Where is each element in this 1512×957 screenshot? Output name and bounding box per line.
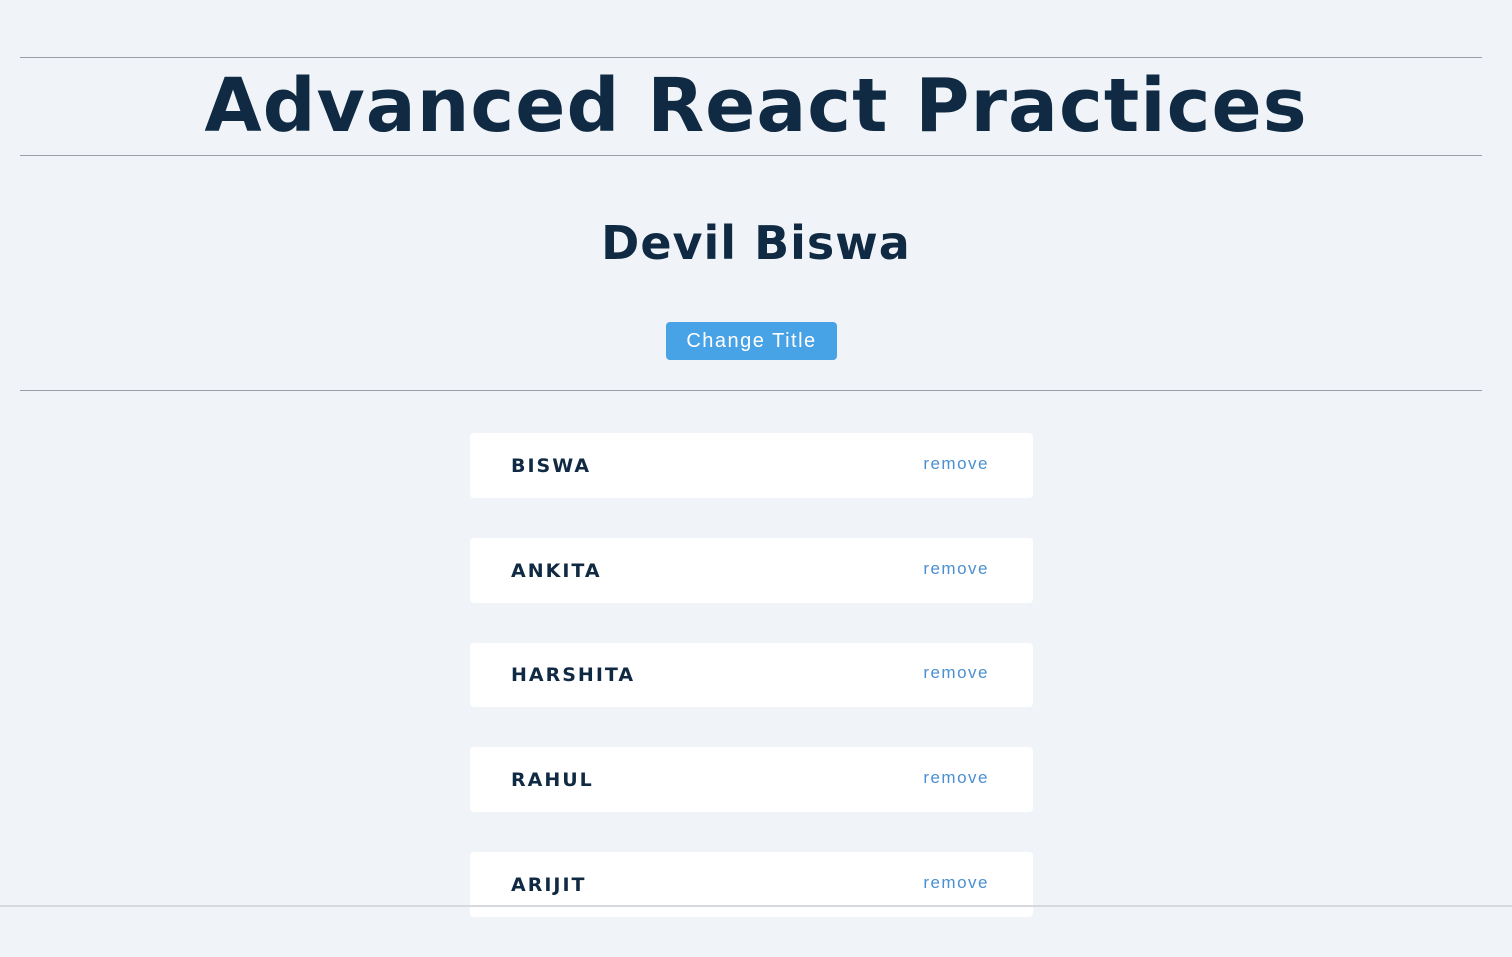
page-title: Advanced React Practices xyxy=(204,63,1308,149)
change-title-button[interactable]: Change Title xyxy=(666,322,837,360)
person-name: HARSHITA xyxy=(511,664,636,686)
person-name: ANKITA xyxy=(511,559,602,582)
person-name: BISWA xyxy=(511,454,592,477)
remove-button[interactable]: remove xyxy=(923,873,989,893)
person-name: RAHUL xyxy=(511,768,594,791)
people-list: BISWA remove ANKITA remove HARSHITA remo… xyxy=(470,433,1033,957)
header-top-divider xyxy=(20,57,1482,58)
section-divider xyxy=(20,390,1482,391)
list-item: ANKITA remove xyxy=(470,538,1033,603)
remove-button[interactable]: remove xyxy=(923,559,989,579)
list-item: ARIJIT remove xyxy=(470,852,1033,917)
current-title-heading: Devil Biswa xyxy=(601,216,911,270)
list-item: RAHUL remove xyxy=(470,747,1033,812)
remove-button[interactable]: remove xyxy=(923,454,989,474)
list-item: BISWA remove xyxy=(470,433,1033,498)
header-bottom-divider xyxy=(20,155,1482,156)
remove-button[interactable]: remove xyxy=(923,768,989,788)
remove-button[interactable]: remove xyxy=(923,663,989,683)
person-name: ARIJIT xyxy=(511,873,587,896)
list-item: HARSHITA remove xyxy=(470,643,1033,707)
